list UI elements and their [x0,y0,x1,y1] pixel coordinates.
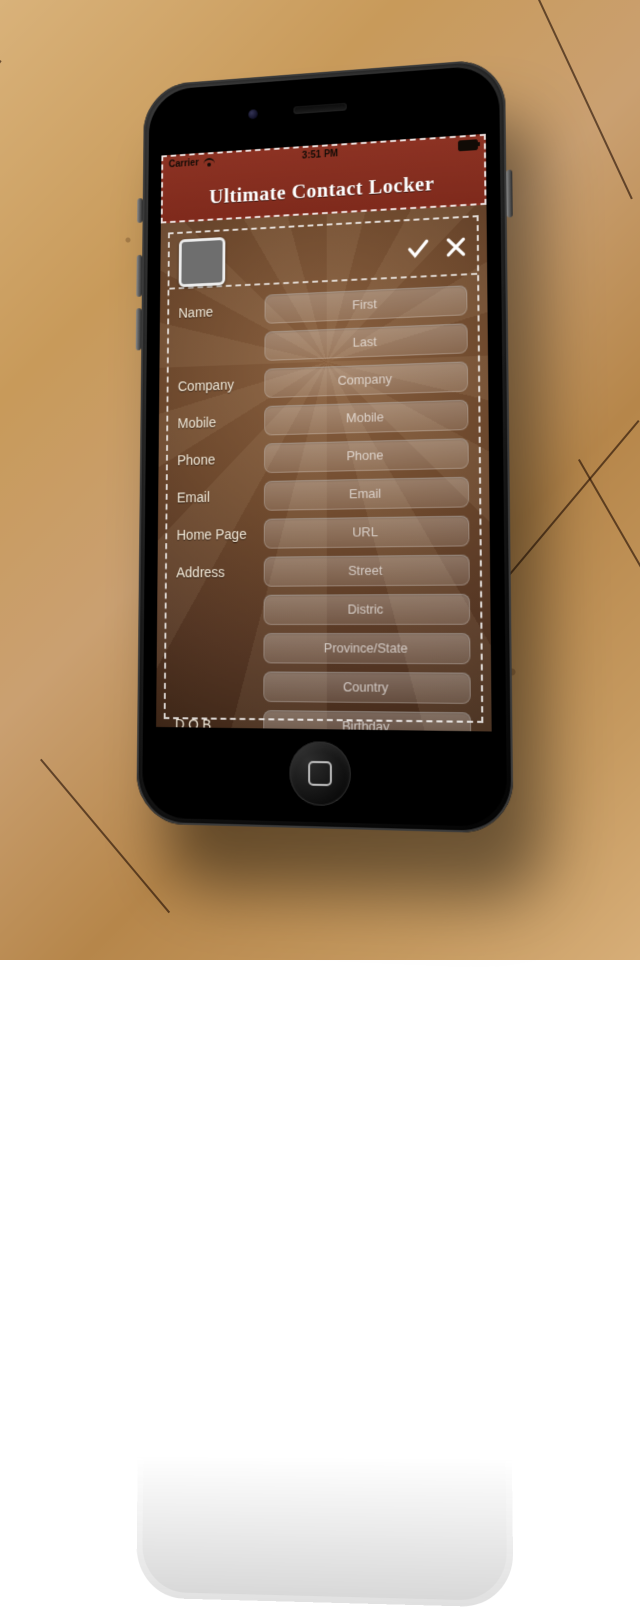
battery-icon [458,138,478,150]
check-icon [405,235,431,262]
country-input[interactable]: Country [263,671,471,703]
last-name-input[interactable]: Last [264,322,467,360]
phone-label: Phone [177,449,264,467]
phone-mockup: Ultimate Contact Locker Carrier 3:51 PM [136,58,513,834]
address-label: Address [176,563,264,580]
wifi-icon [203,157,214,166]
close-icon [443,233,469,260]
email-input[interactable]: Email [264,476,469,510]
app-title: Ultimate Contact Locker [209,171,434,209]
birthday-input[interactable]: Birthday [263,709,471,731]
mobile-input[interactable]: Mobile [264,399,468,435]
name-label: Name [178,301,264,320]
contact-avatar[interactable] [179,237,226,287]
homepage-label: Home Page [177,525,264,542]
screen: Ultimate Contact Locker Carrier 3:51 PM [156,133,492,731]
form-toolbar [169,217,477,289]
phone-input[interactable]: Phone [264,437,469,472]
home-button[interactable] [289,741,350,806]
volume-up-button [136,254,142,296]
cancel-button[interactable] [441,231,471,262]
street-input[interactable]: Street [264,554,470,586]
email-label: Email [177,487,264,504]
first-name-input[interactable]: First [265,284,468,323]
home-icon [308,760,332,785]
confirm-button[interactable] [403,233,433,264]
volume-down-button [136,308,142,350]
contact-form: Name First Last Company Company Mobile M… [164,215,484,723]
homepage-input[interactable]: URL [264,515,470,548]
mobile-label: Mobile [177,412,264,430]
province-input[interactable]: Province/State [263,632,470,663]
company-label: Company [178,375,265,394]
district-input[interactable]: Distric [264,593,471,624]
mute-switch [137,198,143,223]
carrier-label: Carrier [169,157,199,169]
power-button [506,169,513,217]
company-input[interactable]: Company [264,360,468,397]
